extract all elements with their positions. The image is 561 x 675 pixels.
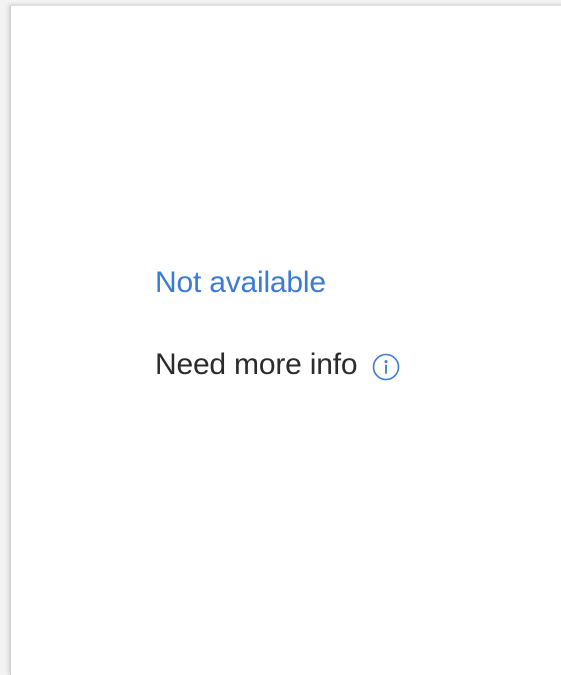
need-more-info-row: Need more info	[155, 343, 401, 387]
info-circle-icon[interactable]	[371, 352, 401, 382]
need-more-info-label: Need more info	[155, 348, 358, 381]
details-panel: Not available Need more info	[10, 5, 561, 675]
not-available-link[interactable]: Not available	[155, 261, 326, 305]
